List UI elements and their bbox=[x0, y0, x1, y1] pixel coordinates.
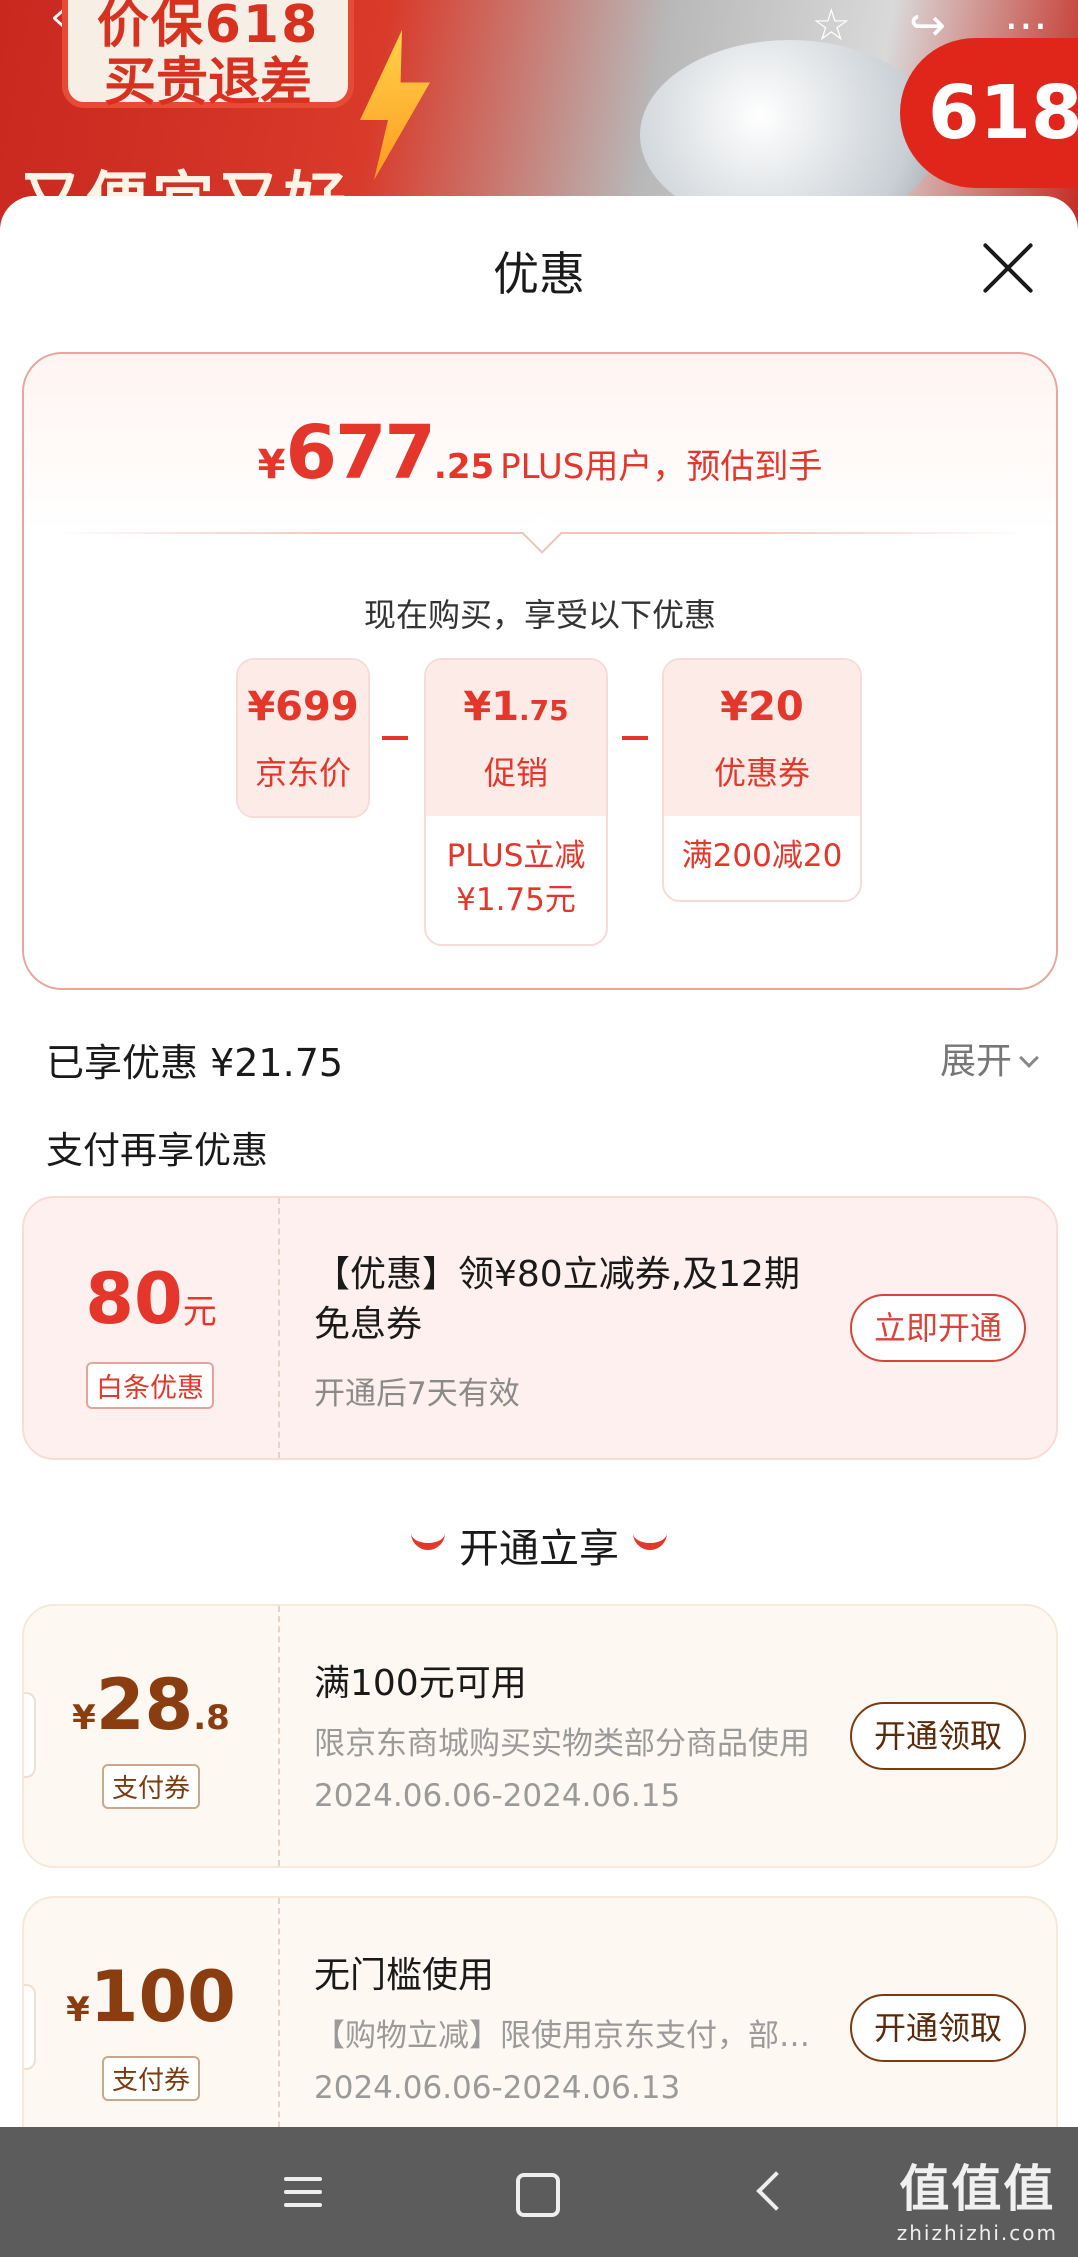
baitiao-tag: 白条优惠 bbox=[86, 1362, 214, 1409]
back-nav-icon[interactable] bbox=[736, 2159, 802, 2225]
sticker-line2: 买贵退差 bbox=[103, 53, 312, 113]
banner-actions: ☆ ↪ ⋯ bbox=[812, 0, 1048, 51]
lightning-icon bbox=[360, 30, 430, 180]
coupon-amount: ¥100 bbox=[24, 1956, 278, 2038]
price-protect-sticker: 价保618 买贵退差 bbox=[62, 0, 354, 112]
price-caption: PLUS用户，预估到手 bbox=[500, 447, 823, 487]
amount-decimal: .8 bbox=[193, 1698, 230, 1738]
buy-now-label: 现在购买，享受以下优惠 bbox=[363, 596, 716, 634]
coupon-title: 【优惠】领¥80立减券,及12期免息券 bbox=[314, 1254, 800, 1345]
watermark-logo: 值值值 zhizhizhi.com bbox=[897, 2149, 1058, 2245]
amount-symbol: ¥ bbox=[72, 1698, 96, 1738]
amount-number: 80 bbox=[85, 1258, 183, 1340]
pay-coupon: ¥100 支付券 无门槛使用 【购物立减】限使用京东支付，部分商品可用 2024… bbox=[22, 1896, 1058, 2160]
coupon-left: ¥28.8 支付券 bbox=[24, 1606, 278, 1866]
system-nav-bar: 值值值 zhizhizhi.com bbox=[0, 2127, 1078, 2257]
recent-apps-icon[interactable] bbox=[270, 2159, 336, 2225]
watermark-text: 值值值 bbox=[899, 2160, 1056, 2218]
tile-value: ¥20 bbox=[720, 684, 804, 730]
smile-icon bbox=[633, 1532, 667, 1550]
price-integer: 677 bbox=[285, 410, 435, 496]
coupon-validity: 开通后7天有效 bbox=[314, 1376, 520, 1412]
minus-sign bbox=[382, 736, 408, 740]
tile-name: 京东价 bbox=[254, 754, 351, 792]
section-title: 开通立享 bbox=[459, 1526, 619, 1572]
enjoyed-discount: 已享优惠 ¥21.75 bbox=[46, 1041, 344, 1085]
pay-coupon: ¥28.8 支付券 满100元可用 限京东商城购买实物类部分商品使用 2024.… bbox=[22, 1604, 1058, 1868]
tile-name: 优惠券 bbox=[713, 754, 810, 792]
tile-promotion: ¥1.75 促销 PLUS立减 ¥1.75元 bbox=[424, 658, 608, 946]
chevron-down-icon bbox=[1019, 1048, 1039, 1068]
activate-now-button[interactable]: 立即开通 bbox=[850, 1294, 1026, 1362]
coupon-left: ¥100 支付券 bbox=[24, 1898, 278, 2158]
coupon-amount: ¥28.8 bbox=[24, 1664, 278, 1746]
amount-number: 28 bbox=[95, 1664, 194, 1746]
home-icon[interactable] bbox=[502, 2159, 568, 2225]
pay-coupon-tag: 支付券 bbox=[102, 2056, 201, 2101]
claim-button[interactable]: 开通领取 bbox=[850, 1994, 1026, 2062]
dashed-separator bbox=[278, 1198, 280, 1458]
expand-button[interactable]: 展开 bbox=[939, 1032, 1039, 1084]
coupon-date-range: 2024.06.06-2024.06.15 bbox=[314, 1778, 681, 1814]
coupon-description: 限京东商城购买实物类部分商品使用 bbox=[314, 1726, 810, 1762]
price-decimal: .25 bbox=[433, 447, 495, 487]
tile-top: ¥20 优惠券 bbox=[664, 660, 860, 816]
tile-value: ¥1.75 bbox=[426, 684, 606, 730]
pay-more-heading: 支付再享优惠 bbox=[46, 1129, 268, 1172]
more-icon[interactable]: ⋯ bbox=[1004, 0, 1048, 51]
dashed-separator bbox=[278, 1898, 280, 2158]
tile-note-line1: PLUS立减 bbox=[446, 838, 586, 874]
coupon-left: 80元 白条优惠 bbox=[24, 1198, 278, 1458]
claim-button[interactable]: 开通领取 bbox=[850, 1702, 1026, 1770]
share-icon[interactable]: ↪ bbox=[909, 0, 946, 51]
smile-icon bbox=[411, 1532, 445, 1550]
price-symbol: ¥ bbox=[257, 442, 286, 488]
amount-unit: 元 bbox=[182, 1292, 217, 1332]
expand-label: 展开 bbox=[939, 1041, 1012, 1082]
coupon-description: 【购物立减】限使用京东支付，部分商品可用 bbox=[314, 2018, 834, 2054]
tile-top: ¥1.75 促销 bbox=[426, 660, 606, 816]
tile-value-main: ¥1 bbox=[463, 684, 520, 730]
tile-note-line2: ¥1.75元 bbox=[456, 882, 576, 918]
coupon-date-range: 2024.06.06-2024.06.13 bbox=[314, 2070, 681, 2106]
baitiao-coupon: 80元 白条优惠 【优惠】领¥80立减券,及12期免息券 开通后7天有效 立即开… bbox=[22, 1196, 1058, 1460]
price-summary-card: ¥677.25 PLUS用户，预估到手 现在购买，享受以下优惠 ¥699 京东价 … bbox=[22, 352, 1058, 990]
amount-symbol: ¥ bbox=[66, 1990, 90, 2030]
coupon-amount: 80元 bbox=[24, 1258, 278, 1340]
coupon-title: 无门槛使用 bbox=[314, 1955, 495, 1996]
tile-note: PLUS立减 ¥1.75元 bbox=[426, 816, 606, 922]
tile-note: 满200减20 bbox=[681, 838, 843, 874]
sheet-title: 优惠 bbox=[493, 247, 585, 301]
sticker-line1: 价保618 bbox=[96, 0, 320, 55]
618-badge: 618 bbox=[900, 38, 1078, 188]
tile-jd-price: ¥699 京东价 bbox=[236, 658, 370, 818]
section-header: 开通立享 bbox=[0, 1516, 1078, 1574]
estimated-price: ¥677.25 PLUS用户，预估到手 bbox=[24, 410, 1056, 496]
star-icon[interactable]: ☆ bbox=[812, 0, 851, 51]
discount-sheet: 优惠 ¥677.25 PLUS用户，预估到手 现在购买，享受以下优惠 ¥699 京… bbox=[0, 196, 1078, 2160]
tile-name: 促销 bbox=[483, 754, 548, 792]
pay-coupon-tag: 支付券 bbox=[102, 1764, 201, 1809]
coupon-title: 满100元可用 bbox=[314, 1663, 527, 1704]
watermark-url: zhizhizhi.com bbox=[896, 2221, 1058, 2245]
dashed-separator bbox=[278, 1606, 280, 1866]
close-icon[interactable] bbox=[978, 238, 1038, 298]
minus-sign bbox=[622, 736, 648, 740]
tile-top: ¥699 京东价 bbox=[238, 660, 368, 816]
tile-coupon: ¥20 优惠券 满200减20 bbox=[662, 658, 862, 902]
divider-notch bbox=[522, 514, 562, 554]
tile-value: ¥699 bbox=[247, 684, 359, 730]
tile-value-small: .75 bbox=[519, 694, 569, 727]
amount-number: 100 bbox=[89, 1956, 236, 2038]
